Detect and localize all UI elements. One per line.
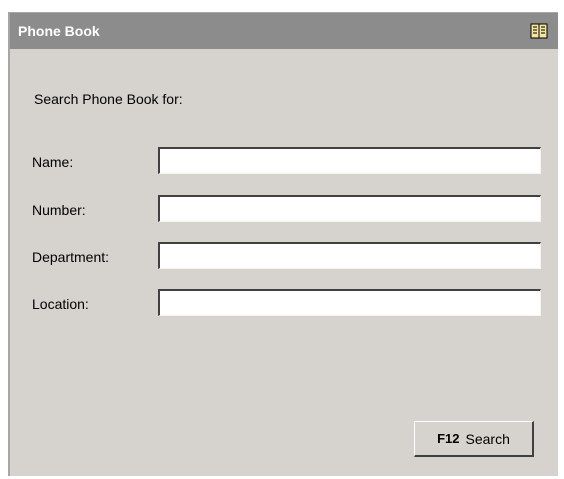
search-button[interactable]: F12 Search xyxy=(414,421,534,457)
f12-key-hint: F12 xyxy=(437,431,460,446)
window-title: Phone Book xyxy=(18,23,100,39)
title-bar: Phone Book xyxy=(10,13,558,49)
department-label: Department: xyxy=(32,249,110,265)
name-label: Name: xyxy=(32,154,74,170)
phone-book-window: Phone Book Search Phone Book for: Name: … xyxy=(8,12,558,476)
number-field[interactable] xyxy=(158,195,541,222)
book-icon xyxy=(530,23,548,39)
number-label: Number: xyxy=(32,202,86,218)
department-field[interactable] xyxy=(158,242,541,269)
search-heading: Search Phone Book for: xyxy=(34,91,183,107)
location-label: Location: xyxy=(32,296,89,312)
name-field[interactable] xyxy=(158,147,541,174)
location-field[interactable] xyxy=(158,289,541,316)
search-button-label: Search xyxy=(465,430,510,447)
